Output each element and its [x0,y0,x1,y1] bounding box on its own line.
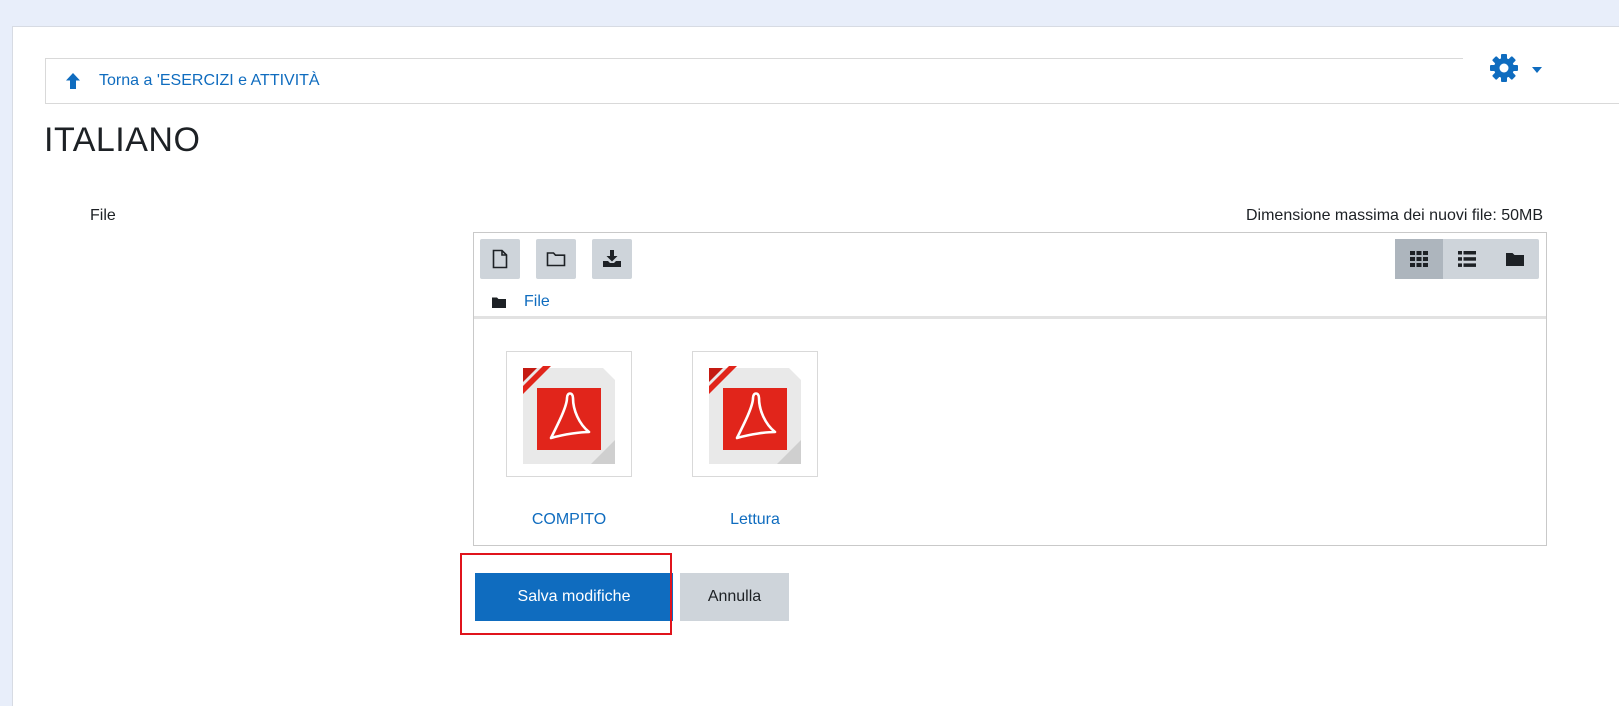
back-navigation-bar[interactable]: Torna a 'ESERCIZI e ATTIVITÀ [45,58,1463,104]
header-divider [1463,103,1619,104]
file-thumbnail[interactable] [692,351,818,477]
download-icon [603,250,621,267]
pdf-icon [523,366,615,464]
breadcrumb-item-file[interactable]: File [524,293,550,311]
create-folder-button[interactable] [536,239,576,279]
file-thumbnail[interactable] [506,351,632,477]
page-container: Torna a 'ESERCIZI e ATTIVITÀ ITALIANO Fi… [12,26,1619,706]
file-list: COMPITO Lettura [474,319,1546,545]
tree-view-icon [1506,253,1524,266]
folder-icon [492,297,506,308]
folder-icon [546,252,566,267]
file-icon [492,249,508,269]
caret-down-icon[interactable] [1532,67,1542,73]
max-file-size-info: Dimensione massima dei nuovi file: 50MB [1245,207,1543,224]
grid-view-icon [1410,251,1428,267]
view-mode-switcher [1395,239,1539,279]
file-name[interactable]: Lettura [660,507,850,533]
pdf-icon [709,366,801,464]
cancel-button[interactable]: Annulla [680,573,789,621]
gear-icon[interactable] [1489,53,1519,83]
file-manager: File COMPITO Lettura [473,232,1547,546]
add-file-button[interactable] [480,239,520,279]
form-actions: Salva modifiche Annulla [475,573,789,621]
file-field-label: File [90,207,116,224]
download-all-button[interactable] [592,239,632,279]
file-name[interactable]: COMPITO [474,507,664,533]
list-view-icon [1458,251,1476,267]
arrow-up-icon [66,73,80,89]
tree-view-button[interactable] [1491,239,1539,279]
file-manager-toolbar: File [474,233,1546,319]
list-view-button[interactable] [1443,239,1491,279]
save-changes-button[interactable]: Salva modifiche [475,573,673,621]
back-link[interactable]: Torna a 'ESERCIZI e ATTIVITÀ [99,72,320,90]
breadcrumb: File [492,291,550,313]
page-title: ITALIANO [44,121,201,159]
grid-view-button[interactable] [1395,239,1443,279]
